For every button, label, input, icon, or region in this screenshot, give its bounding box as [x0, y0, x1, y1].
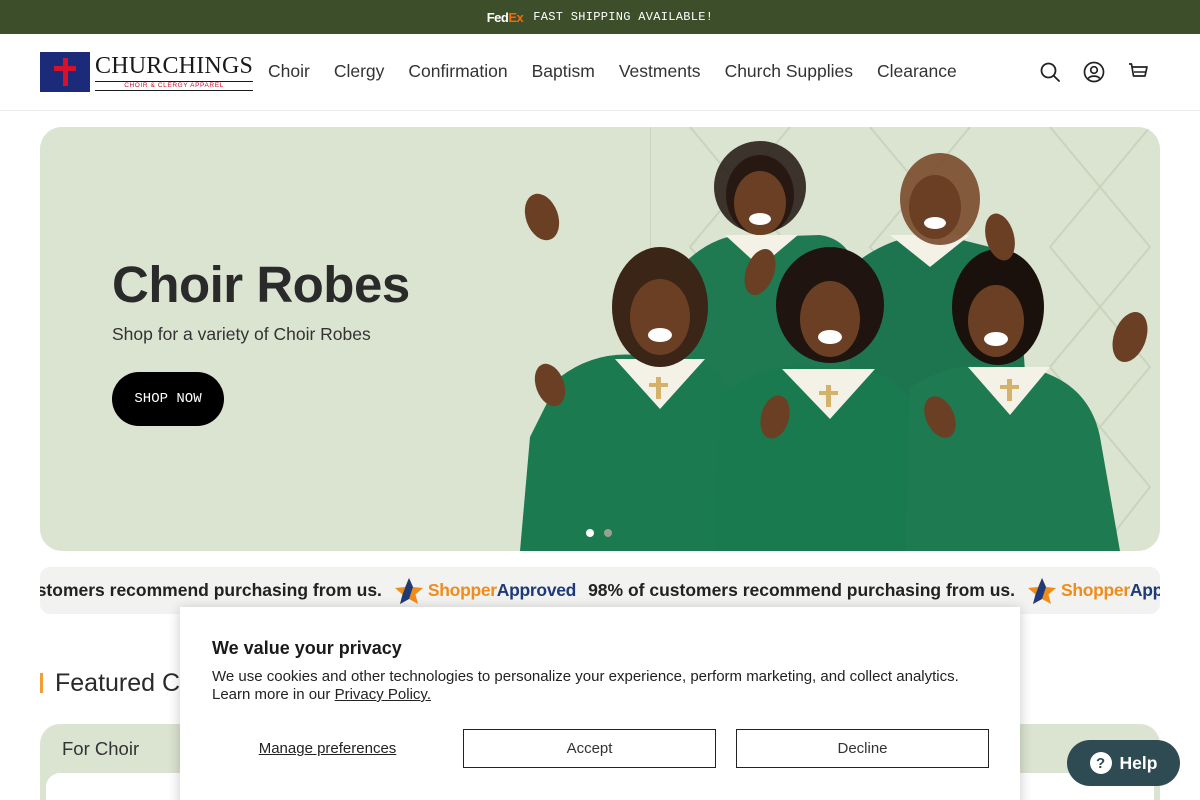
- main-nav: Choir Clergy Confirmation Baptism Vestme…: [268, 61, 957, 82]
- carousel-dots: [586, 529, 612, 537]
- nav-confirmation[interactable]: Confirmation: [408, 61, 507, 82]
- nav-church-supplies[interactable]: Church Supplies: [725, 61, 853, 82]
- featured-heading: Featured C: [40, 668, 181, 697]
- help-button[interactable]: ? Help: [1067, 740, 1180, 786]
- logo-name: CHURCHINGS: [95, 52, 254, 79]
- fedex-fed-text: Fed: [486, 9, 509, 25]
- nav-clergy[interactable]: Clergy: [334, 61, 385, 82]
- accept-button[interactable]: Accept: [463, 729, 716, 768]
- announcement-text: FAST SHIPPING AVAILABLE!: [533, 10, 714, 24]
- header-icons: [1038, 60, 1150, 84]
- nav-baptism[interactable]: Baptism: [532, 61, 595, 82]
- carousel-dot-2[interactable]: [604, 529, 612, 537]
- shopper-approved-logo: ShopperApproved: [1027, 577, 1160, 605]
- nav-vestments[interactable]: Vestments: [619, 61, 701, 82]
- approved-text: Approved: [1129, 580, 1160, 600]
- shopper-approved-logo: ShopperApproved: [394, 577, 576, 605]
- featured-title: Featured C: [55, 668, 181, 697]
- carousel-dot-1[interactable]: [586, 529, 594, 537]
- card-label: For Choir: [62, 738, 140, 759]
- hero-title: Choir Robes: [112, 256, 410, 313]
- ticker-message: 98% of customers recommend purchasing fr…: [588, 580, 1015, 600]
- privacy-body: We use cookies and other technologies to…: [212, 668, 959, 703]
- logo-wordmark: CHURCHINGS CHOIR & CLERGY APPAREL: [95, 52, 254, 91]
- cart-icon[interactable]: [1126, 60, 1150, 84]
- churchings-logo[interactable]: CHURCHINGS CHOIR & CLERGY APPAREL: [40, 51, 254, 93]
- site-header: CHURCHINGS CHOIR & CLERGY APPAREL Choir …: [0, 34, 1200, 111]
- shopper-text: Shopper: [427, 580, 497, 600]
- nav-choir[interactable]: Choir: [268, 61, 310, 82]
- choir-singers-photo: [520, 141, 1148, 551]
- question-icon: ?: [1089, 752, 1112, 774]
- help-label: Help: [1119, 752, 1158, 773]
- fedex-ex-text: Ex: [508, 9, 524, 25]
- manage-preferences-button[interactable]: Manage preferences: [212, 729, 443, 768]
- privacy-policy-link[interactable]: Privacy Policy.: [335, 686, 431, 703]
- nav-clearance[interactable]: Clearance: [877, 61, 957, 82]
- star-icon: [394, 577, 423, 604]
- cross-logo-icon: [40, 52, 90, 92]
- hero-subtitle: Shop for a variety of Choir Robes: [112, 324, 371, 344]
- logo-tagline: CHOIR & CLERGY APPAREL: [95, 80, 254, 91]
- shop-now-button[interactable]: SHOP NOW: [112, 372, 224, 426]
- search-icon[interactable]: [1038, 60, 1062, 84]
- decline-button[interactable]: Decline: [736, 729, 989, 768]
- ticker-message: ustomers recommend purchasing from us.: [40, 580, 382, 600]
- privacy-dialog: We value your privacy We use cookies and…: [180, 607, 1020, 800]
- shopper-text: Shopper: [1061, 580, 1130, 600]
- fedex-logo: FedEx: [487, 10, 524, 25]
- approved-text: Approved: [496, 580, 577, 600]
- account-icon[interactable]: [1082, 60, 1106, 84]
- privacy-title: We value your privacy: [212, 638, 402, 658]
- privacy-text: We use cookies and other technologies to…: [212, 668, 972, 704]
- heading-accent: [40, 673, 43, 693]
- hero-banner: Choir Robes Shop for a variety of Choir …: [40, 127, 1160, 551]
- star-icon: [1028, 577, 1056, 604]
- announcement-bar: FedEx FAST SHIPPING AVAILABLE!: [0, 0, 1200, 34]
